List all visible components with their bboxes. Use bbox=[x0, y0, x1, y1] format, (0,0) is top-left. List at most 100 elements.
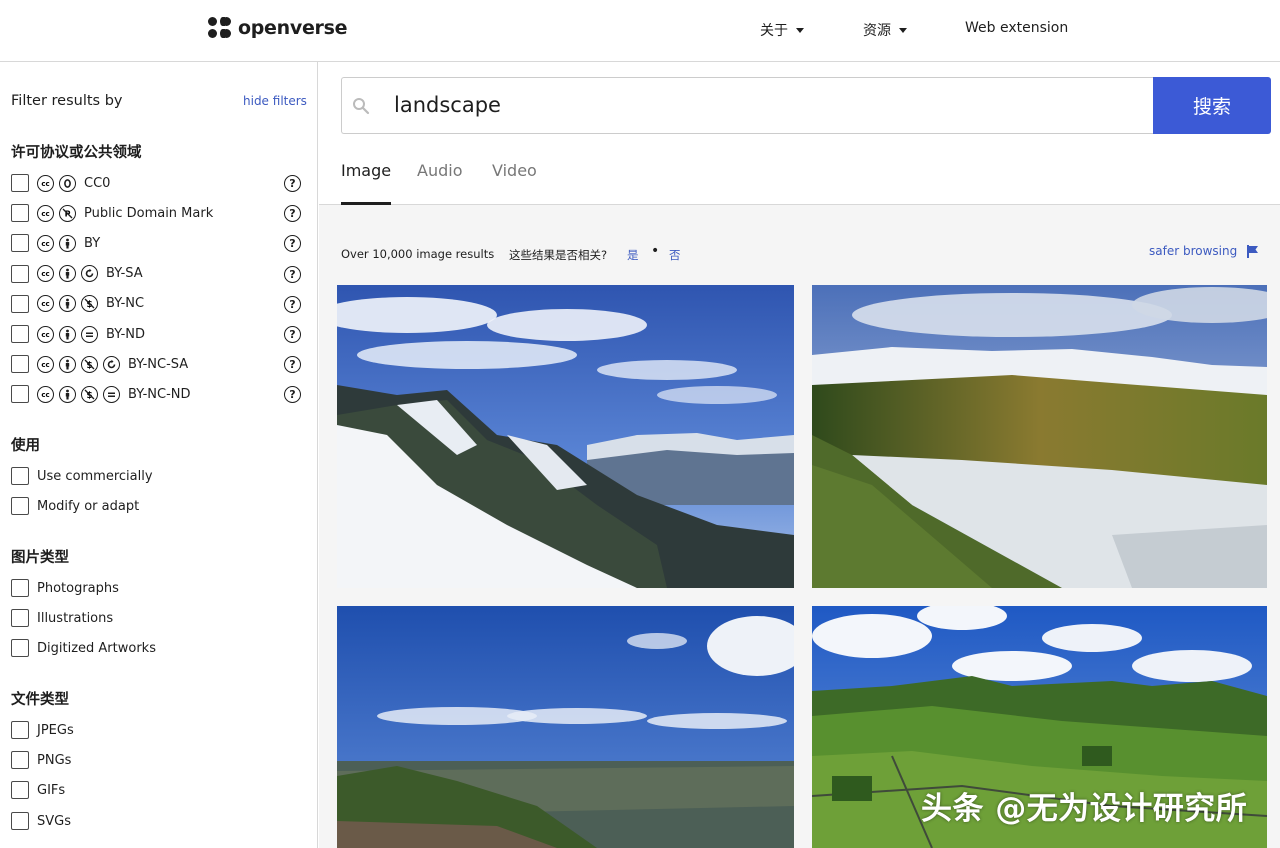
flag-icon bbox=[1247, 244, 1259, 258]
file-type-section-title: 文件类型 bbox=[11, 692, 69, 708]
checkbox[interactable] bbox=[11, 579, 29, 597]
image-result[interactable] bbox=[337, 606, 794, 848]
checkbox[interactable] bbox=[11, 639, 29, 657]
license-filter-by-nc-nd[interactable]: cc $ BY-NC-ND? bbox=[11, 384, 301, 404]
help-icon[interactable]: ? bbox=[284, 295, 301, 313]
checkbox[interactable] bbox=[11, 497, 29, 515]
help-icon[interactable]: ? bbox=[284, 205, 301, 223]
cc-icon: cc bbox=[37, 325, 54, 343]
license-filter-cc0[interactable]: cc CC0? bbox=[11, 173, 301, 193]
watermark-text: 头条 @无为设计研究所 bbox=[921, 791, 1248, 827]
filter-photographs[interactable]: Photographs bbox=[11, 578, 301, 598]
filter-sidebar: Filter results by hide filters 许可协议或公共领域… bbox=[0, 62, 318, 848]
nd-icon bbox=[81, 325, 98, 343]
nc-icon: $ bbox=[81, 385, 98, 403]
license-section-title: 许可协议或公共领域 bbox=[11, 145, 142, 161]
help-icon[interactable]: ? bbox=[284, 326, 301, 343]
license-filter-by-nc-sa[interactable]: cc $ BY-NC-SA? bbox=[11, 354, 301, 374]
tab-audio[interactable]: Audio bbox=[417, 161, 462, 205]
svg-text:cc: cc bbox=[41, 331, 49, 339]
license-label: BY bbox=[84, 235, 101, 251]
filter-modify-adapt[interactable]: Modify or adapt bbox=[11, 496, 301, 516]
help-icon[interactable]: ? bbox=[284, 175, 301, 192]
nav-about-label: 关于 bbox=[760, 23, 788, 39]
license-filter-public-domain-mark[interactable]: cc P Public Domain Mark? bbox=[11, 203, 301, 223]
filter-label: Photographs bbox=[37, 580, 119, 596]
caret-down-icon bbox=[796, 27, 804, 33]
relevance-separator: • bbox=[651, 243, 660, 259]
svg-text:cc: cc bbox=[41, 361, 49, 369]
blue-sky-plain-photo bbox=[337, 606, 794, 848]
checkbox[interactable] bbox=[11, 294, 29, 313]
checkbox[interactable] bbox=[11, 751, 29, 769]
search-button[interactable]: 搜索 bbox=[1153, 77, 1271, 134]
results-area: Over 10,000 image results 这些结果是否相关? 是 • … bbox=[319, 205, 1280, 848]
filter-use-commercially[interactable]: Use commercially bbox=[11, 466, 301, 486]
license-filter-by[interactable]: cc BY? bbox=[11, 233, 301, 253]
by-icon bbox=[59, 234, 76, 252]
caret-down-icon bbox=[899, 27, 907, 33]
svg-text:cc: cc bbox=[41, 180, 49, 188]
help-icon[interactable]: ? bbox=[284, 386, 301, 404]
image-result[interactable] bbox=[812, 285, 1267, 588]
hide-filters-link[interactable]: hide filters bbox=[243, 94, 307, 108]
filter-label: Modify or adapt bbox=[37, 498, 140, 514]
openverse-logo-icon bbox=[208, 17, 231, 39]
sa-icon bbox=[81, 265, 98, 283]
help-icon[interactable]: ? bbox=[284, 265, 301, 283]
cc-icon: cc bbox=[37, 385, 54, 403]
checkbox[interactable] bbox=[11, 385, 29, 404]
relevance-no-link[interactable]: 否 bbox=[669, 247, 681, 263]
nav-resources[interactable]: 资源 bbox=[863, 20, 907, 40]
brand-name: openverse bbox=[238, 17, 348, 39]
checkbox[interactable] bbox=[11, 204, 29, 223]
cc-icon: cc bbox=[37, 234, 54, 252]
result-count: Over 10,000 image results bbox=[341, 247, 495, 261]
checkbox[interactable] bbox=[11, 355, 29, 374]
filter-svgs[interactable]: SVGs bbox=[11, 811, 301, 831]
checkbox[interactable] bbox=[11, 325, 29, 343]
safer-browsing-toggle[interactable]: safer browsing bbox=[1149, 244, 1259, 258]
help-icon[interactable]: ? bbox=[284, 235, 301, 253]
nav-about[interactable]: 关于 bbox=[760, 20, 804, 40]
checkbox[interactable] bbox=[11, 174, 29, 192]
cc-icon: cc bbox=[37, 174, 54, 192]
image-result[interactable] bbox=[337, 285, 794, 588]
filter-gifs[interactable]: GIFs bbox=[11, 780, 301, 800]
nav-web-extension[interactable]: Web extension bbox=[965, 20, 1068, 36]
relevance-yes-link[interactable]: 是 bbox=[627, 247, 639, 263]
filter-label: Use commercially bbox=[37, 468, 153, 484]
filter-title: Filter results by bbox=[11, 93, 123, 109]
safer-browsing-label: safer browsing bbox=[1149, 244, 1238, 258]
sa-icon bbox=[103, 355, 120, 373]
tab-image[interactable]: Image bbox=[341, 161, 392, 205]
tab-video[interactable]: Video bbox=[492, 161, 537, 205]
filter-illustrations[interactable]: Illustrations bbox=[11, 608, 301, 628]
top-header: openverse 关于 资源 Web extension bbox=[0, 0, 1280, 62]
license-filter-by-nd[interactable]: cc BY-ND? bbox=[11, 324, 301, 344]
by-icon bbox=[59, 355, 76, 373]
checkbox[interactable] bbox=[11, 812, 29, 830]
checkbox[interactable] bbox=[11, 264, 29, 283]
filter-label: GIFs bbox=[37, 782, 66, 798]
openverse-logo[interactable]: openverse bbox=[208, 17, 348, 39]
zero-icon bbox=[59, 174, 76, 192]
svg-text:cc: cc bbox=[41, 270, 49, 278]
license-filter-by-nc[interactable]: cc $ BY-NC? bbox=[11, 294, 301, 314]
filter-jpegs[interactable]: JPEGs bbox=[11, 720, 301, 740]
checkbox[interactable] bbox=[11, 721, 29, 739]
license-filter-by-sa[interactable]: cc BY-SA? bbox=[11, 264, 301, 284]
filter-label: JPEGs bbox=[37, 722, 74, 738]
svg-text:cc: cc bbox=[41, 300, 49, 308]
checkbox[interactable] bbox=[11, 234, 29, 253]
filter-digitized-artworks[interactable]: Digitized Artworks bbox=[11, 638, 301, 658]
search-input[interactable] bbox=[394, 90, 1094, 120]
cc-icon: cc bbox=[37, 295, 54, 313]
help-icon[interactable]: ? bbox=[284, 356, 301, 374]
checkbox[interactable] bbox=[11, 609, 29, 627]
filter-pngs[interactable]: PNGs bbox=[11, 750, 301, 770]
checkbox[interactable] bbox=[11, 781, 29, 799]
pd-icon: P bbox=[59, 204, 76, 222]
checkbox[interactable] bbox=[11, 467, 29, 485]
search-bar bbox=[341, 77, 1154, 134]
